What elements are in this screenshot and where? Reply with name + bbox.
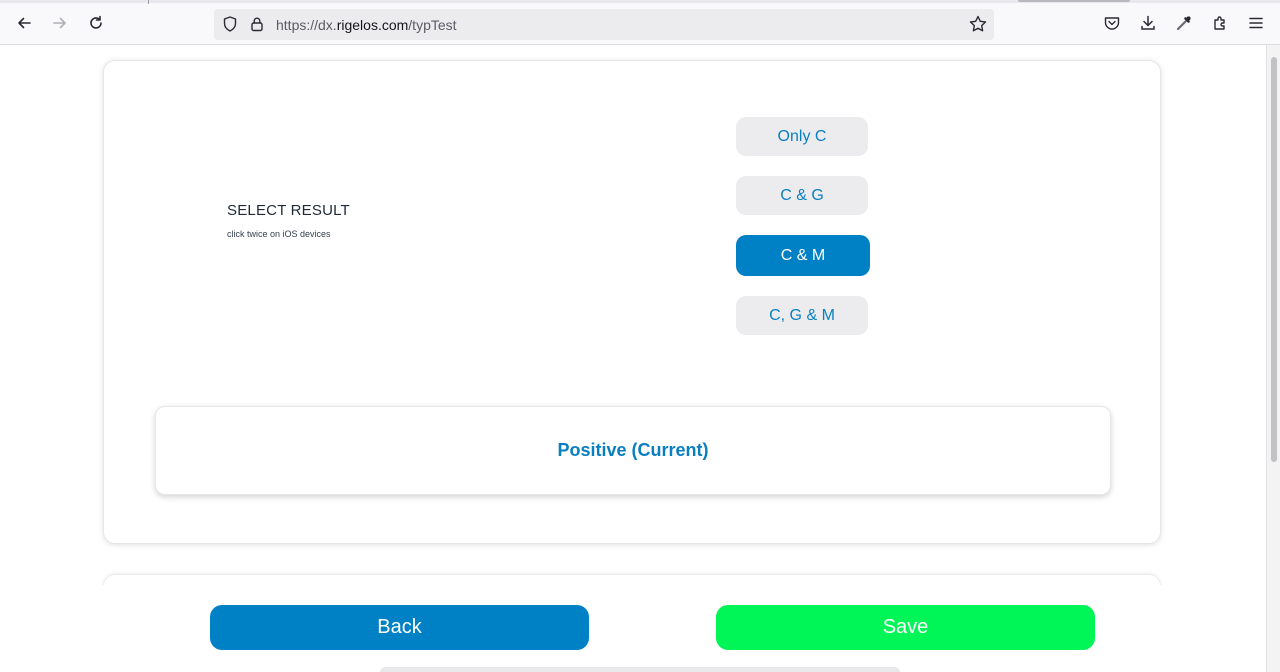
extensions-icon[interactable] xyxy=(1210,13,1230,33)
url-text[interactable]: https://dx.rigelos.com/typTest xyxy=(276,17,457,33)
reload-icon[interactable] xyxy=(84,11,108,35)
bottom-sheet-edge xyxy=(380,667,900,672)
option-c-and-m-button[interactable]: C & M xyxy=(736,235,870,276)
bookmark-star-icon[interactable] xyxy=(968,14,988,34)
url-host: rigelos.com xyxy=(336,17,409,33)
result-display: Positive (Current) xyxy=(155,406,1111,495)
url-path: /typTest xyxy=(408,17,457,33)
page-viewport: SELECT RESULT click twice on iOS devices… xyxy=(0,45,1280,672)
select-result-hint: click twice on iOS devices xyxy=(227,229,331,239)
option-c-g-and-m-button[interactable]: C, G & M xyxy=(736,296,868,335)
lock-icon[interactable] xyxy=(248,15,266,33)
browser-toolbar: https://dx.rigelos.com/typTest xyxy=(0,0,1280,45)
back-arrow-icon[interactable] xyxy=(12,11,36,35)
address-bar[interactable]: https://dx.rigelos.com/typTest xyxy=(214,9,994,40)
tab-indicator[interactable] xyxy=(1018,0,1130,2)
back-button[interactable]: Back xyxy=(210,605,589,650)
option-c-and-g-button[interactable]: C & G xyxy=(736,176,868,215)
scrollbar-thumb[interactable] xyxy=(1271,57,1277,462)
tab-separator xyxy=(148,0,149,4)
select-result-title: SELECT RESULT xyxy=(227,202,350,219)
tracking-shield-icon[interactable] xyxy=(221,15,239,33)
hamburger-menu-icon[interactable] xyxy=(1246,13,1266,33)
eyedropper-icon[interactable] xyxy=(1174,13,1194,33)
url-prefix: https://dx. xyxy=(276,17,337,33)
forward-arrow-icon[interactable] xyxy=(48,11,72,35)
download-icon[interactable] xyxy=(1138,13,1158,33)
option-only-c-button[interactable]: Only C xyxy=(736,117,868,156)
page-scrollbar[interactable] xyxy=(1266,45,1280,672)
pocket-icon[interactable] xyxy=(1102,13,1122,33)
save-button[interactable]: Save xyxy=(716,605,1095,650)
result-card: SELECT RESULT click twice on iOS devices… xyxy=(103,60,1161,544)
result-value: Positive (Current) xyxy=(557,440,709,460)
